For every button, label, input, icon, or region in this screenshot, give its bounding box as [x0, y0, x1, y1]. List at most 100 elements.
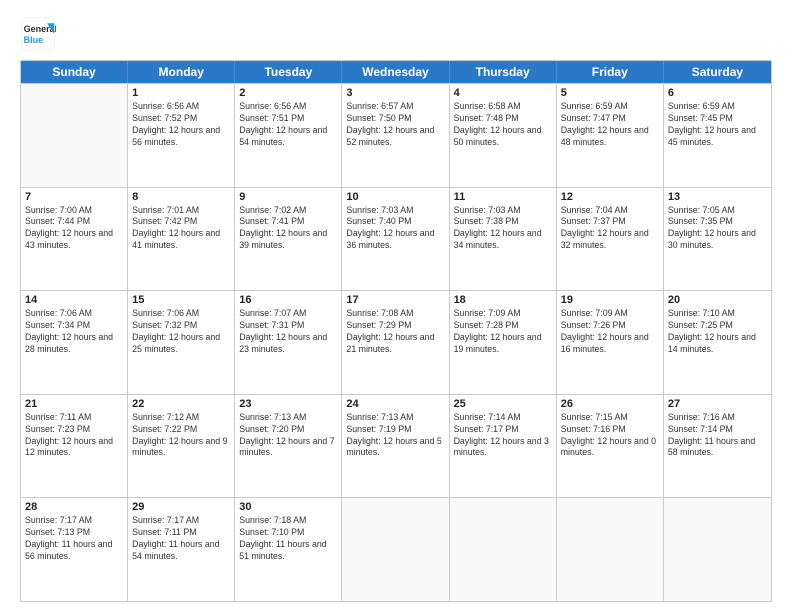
cell-day-number: 27 [668, 398, 767, 410]
cell-info: Sunrise: 7:13 AM Sunset: 7:19 PM Dayligh… [346, 412, 444, 460]
calendar-cell: 8 Sunrise: 7:01 AM Sunset: 7:42 PM Daylig… [128, 188, 235, 291]
cell-info: Sunrise: 6:59 AM Sunset: 7:47 PM Dayligh… [561, 101, 659, 149]
cell-info: Sunrise: 6:56 AM Sunset: 7:52 PM Dayligh… [132, 101, 230, 149]
cell-info: Sunrise: 7:14 AM Sunset: 7:17 PM Dayligh… [454, 412, 552, 460]
cell-day-number: 6 [668, 87, 767, 99]
calendar-cell [21, 84, 128, 187]
cell-info: Sunrise: 7:09 AM Sunset: 7:28 PM Dayligh… [454, 308, 552, 356]
cell-info: Sunrise: 7:03 AM Sunset: 7:38 PM Dayligh… [454, 205, 552, 253]
calendar-cell [342, 498, 449, 601]
calendar: SundayMondayTuesdayWednesdayThursdayFrid… [20, 60, 772, 602]
calendar-cell: 12 Sunrise: 7:04 AM Sunset: 7:37 PM Dayli… [557, 188, 664, 291]
calendar-row: 28 Sunrise: 7:17 AM Sunset: 7:13 PM Dayli… [21, 497, 771, 601]
calendar-cell: 14Sunrise: 7:06 AM Sunset: 7:34 PM Dayli… [21, 291, 128, 394]
calendar-cell: 10 Sunrise: 7:03 AM Sunset: 7:40 PM Dayli… [342, 188, 449, 291]
calendar-cell [557, 498, 664, 601]
calendar-cell [450, 498, 557, 601]
calendar-header-cell: Friday [557, 61, 664, 83]
calendar-header-cell: Tuesday [235, 61, 342, 83]
calendar-cell: 16Sunrise: 7:07 AM Sunset: 7:31 PM Dayli… [235, 291, 342, 394]
calendar-cell: 6 Sunrise: 6:59 AM Sunset: 7:45 PM Daylig… [664, 84, 771, 187]
calendar-header-cell: Saturday [664, 61, 771, 83]
cell-info: Sunrise: 7:18 AM Sunset: 7:10 PM Dayligh… [239, 515, 337, 563]
cell-day-number: 12 [561, 191, 659, 203]
cell-day-number: 25 [454, 398, 552, 410]
cell-info: Sunrise: 7:06 AM Sunset: 7:34 PM Dayligh… [25, 308, 123, 356]
calendar-cell: 2 Sunrise: 6:56 AM Sunset: 7:51 PM Daylig… [235, 84, 342, 187]
calendar-row: 14Sunrise: 7:06 AM Sunset: 7:34 PM Dayli… [21, 290, 771, 394]
calendar-cell: 19 Sunrise: 7:09 AM Sunset: 7:26 PM Dayli… [557, 291, 664, 394]
cell-info: Sunrise: 6:58 AM Sunset: 7:48 PM Dayligh… [454, 101, 552, 149]
cell-day-number: 7 [25, 191, 123, 203]
cell-day-number: 8 [132, 191, 230, 203]
cell-info: Sunrise: 7:12 AM Sunset: 7:22 PM Dayligh… [132, 412, 230, 460]
cell-day-number: 20 [668, 294, 767, 306]
cell-day-number: 28 [25, 501, 123, 513]
cell-day-number: 19 [561, 294, 659, 306]
cell-info: Sunrise: 7:10 AM Sunset: 7:25 PM Dayligh… [668, 308, 767, 356]
cell-info: Sunrise: 7:01 AM Sunset: 7:42 PM Dayligh… [132, 205, 230, 253]
cell-info: Sunrise: 7:05 AM Sunset: 7:35 PM Dayligh… [668, 205, 767, 253]
header: General Blue [20, 16, 772, 52]
calendar-cell: 25 Sunrise: 7:14 AM Sunset: 7:17 PM Dayli… [450, 395, 557, 498]
cell-info: Sunrise: 7:06 AM Sunset: 7:32 PM Dayligh… [132, 308, 230, 356]
cell-info: Sunrise: 6:57 AM Sunset: 7:50 PM Dayligh… [346, 101, 444, 149]
cell-day-number: 15 [132, 294, 230, 306]
calendar-row: 1 Sunrise: 6:56 AM Sunset: 7:52 PM Daylig… [21, 83, 771, 187]
cell-day-number: 13 [668, 191, 767, 203]
calendar-cell: 3 Sunrise: 6:57 AM Sunset: 7:50 PM Daylig… [342, 84, 449, 187]
calendar-cell: 7Sunrise: 7:00 AM Sunset: 7:44 PM Daylig… [21, 188, 128, 291]
calendar-cell: 18 Sunrise: 7:09 AM Sunset: 7:28 PM Dayli… [450, 291, 557, 394]
cell-day-number: 21 [25, 398, 123, 410]
cell-info: Sunrise: 7:13 AM Sunset: 7:20 PM Dayligh… [239, 412, 337, 460]
svg-text:Blue: Blue [24, 35, 44, 45]
cell-info: Sunrise: 6:56 AM Sunset: 7:51 PM Dayligh… [239, 101, 337, 149]
calendar-cell: 23 Sunrise: 7:13 AM Sunset: 7:20 PM Dayli… [235, 395, 342, 498]
cell-info: Sunrise: 7:02 AM Sunset: 7:41 PM Dayligh… [239, 205, 337, 253]
calendar-header: SundayMondayTuesdayWednesdayThursdayFrid… [21, 61, 771, 83]
cell-day-number: 2 [239, 87, 337, 99]
calendar-cell: 26 Sunrise: 7:15 AM Sunset: 7:16 PM Dayli… [557, 395, 664, 498]
calendar-header-cell: Monday [128, 61, 235, 83]
calendar-cell: 29Sunrise: 7:17 AM Sunset: 7:11 PM Dayli… [128, 498, 235, 601]
cell-info: Sunrise: 7:08 AM Sunset: 7:29 PM Dayligh… [346, 308, 444, 356]
cell-info: Sunrise: 6:59 AM Sunset: 7:45 PM Dayligh… [668, 101, 767, 149]
cell-day-number: 24 [346, 398, 444, 410]
cell-info: Sunrise: 7:04 AM Sunset: 7:37 PM Dayligh… [561, 205, 659, 253]
calendar-header-cell: Wednesday [342, 61, 449, 83]
calendar-cell: 21 Sunrise: 7:11 AM Sunset: 7:23 PM Dayli… [21, 395, 128, 498]
calendar-cell: 11Sunrise: 7:03 AM Sunset: 7:38 PM Dayli… [450, 188, 557, 291]
cell-info: Sunrise: 7:11 AM Sunset: 7:23 PM Dayligh… [25, 412, 123, 460]
cell-day-number: 18 [454, 294, 552, 306]
calendar-cell: 13 Sunrise: 7:05 AM Sunset: 7:35 PM Dayli… [664, 188, 771, 291]
logo: General Blue [20, 16, 56, 52]
cell-info: Sunrise: 7:16 AM Sunset: 7:14 PM Dayligh… [668, 412, 767, 460]
cell-day-number: 22 [132, 398, 230, 410]
cell-day-number: 30 [239, 501, 337, 513]
calendar-cell [664, 498, 771, 601]
cell-day-number: 1 [132, 87, 230, 99]
calendar-cell: 15 Sunrise: 7:06 AM Sunset: 7:32 PM Dayli… [128, 291, 235, 394]
calendar-header-cell: Thursday [450, 61, 557, 83]
cell-day-number: 10 [346, 191, 444, 203]
calendar-cell: 30 Sunrise: 7:18 AM Sunset: 7:10 PM Dayli… [235, 498, 342, 601]
page: General Blue SundayMondayTuesdayWednesda… [0, 0, 792, 612]
cell-day-number: 4 [454, 87, 552, 99]
calendar-cell: 22 Sunrise: 7:12 AM Sunset: 7:22 PM Dayli… [128, 395, 235, 498]
cell-day-number: 29 [132, 501, 230, 513]
calendar-row: 21 Sunrise: 7:11 AM Sunset: 7:23 PM Dayli… [21, 394, 771, 498]
cell-info: Sunrise: 7:03 AM Sunset: 7:40 PM Dayligh… [346, 205, 444, 253]
cell-info: Sunrise: 7:09 AM Sunset: 7:26 PM Dayligh… [561, 308, 659, 356]
cell-info: Sunrise: 7:17 AM Sunset: 7:13 PM Dayligh… [25, 515, 123, 563]
calendar-cell: 27 Sunrise: 7:16 AM Sunset: 7:14 PM Dayli… [664, 395, 771, 498]
calendar-cell: 24 Sunrise: 7:13 AM Sunset: 7:19 PM Dayli… [342, 395, 449, 498]
cell-info: Sunrise: 7:15 AM Sunset: 7:16 PM Dayligh… [561, 412, 659, 460]
logo-icon: General Blue [20, 16, 56, 52]
cell-day-number: 5 [561, 87, 659, 99]
calendar-body: 1 Sunrise: 6:56 AM Sunset: 7:52 PM Daylig… [21, 83, 771, 601]
calendar-cell: 9Sunrise: 7:02 AM Sunset: 7:41 PM Daylig… [235, 188, 342, 291]
calendar-cell: 17Sunrise: 7:08 AM Sunset: 7:29 PM Dayli… [342, 291, 449, 394]
cell-day-number: 3 [346, 87, 444, 99]
cell-day-number: 26 [561, 398, 659, 410]
cell-day-number: 23 [239, 398, 337, 410]
